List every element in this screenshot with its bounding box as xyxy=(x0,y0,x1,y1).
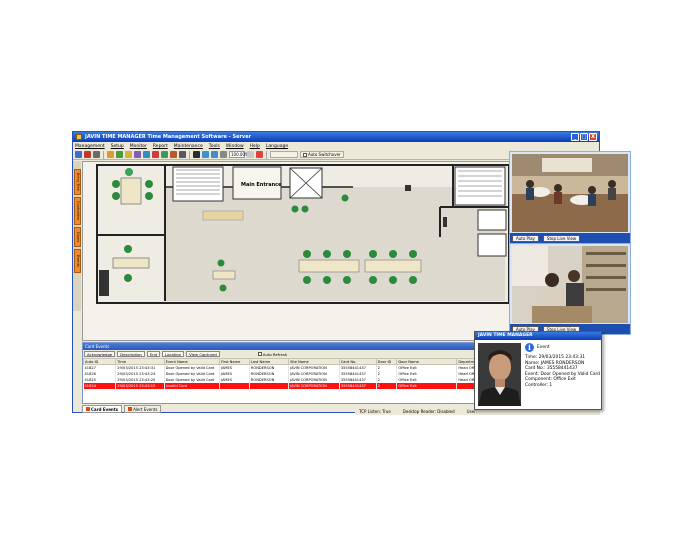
person-portrait xyxy=(478,343,521,406)
side-tab-doors[interactable]: Doors xyxy=(74,227,81,247)
main-entrance-label: Main Entrance xyxy=(241,182,282,188)
door-marker[interactable] xyxy=(443,217,447,227)
person-photo xyxy=(478,343,521,406)
table-cell xyxy=(219,382,250,389)
checkbox-box xyxy=(257,352,262,356)
fit-icon[interactable] xyxy=(220,151,227,158)
printer-icon[interactable] xyxy=(93,151,100,158)
close-button[interactable]: X xyxy=(589,133,597,141)
table-cell: 41824 xyxy=(83,382,117,389)
side-tab-strip: Entry Tree Controllers Doors Events xyxy=(73,161,81,311)
toolbar-separator xyxy=(266,150,267,159)
event-popup: JAVIN TIME MANAGER i Event Time: 29/03/2… xyxy=(474,331,602,410)
pointer-icon[interactable] xyxy=(193,151,200,158)
toolbar-separator xyxy=(103,150,104,159)
monitor-icon[interactable] xyxy=(143,151,150,158)
camera-feed-2[interactable] xyxy=(512,246,628,323)
table-cell: 29/03/2015 23:43:15 xyxy=(115,382,165,389)
event-controller: Controller: 1 xyxy=(525,382,553,388)
table-cell: 35558441437 xyxy=(339,382,377,389)
minimize-button[interactable]: _ xyxy=(571,133,579,141)
folder-icon[interactable] xyxy=(125,151,132,158)
toolbar-separator xyxy=(189,150,190,159)
camera-image-2 xyxy=(512,246,628,323)
window-controls: _ □ X xyxy=(571,133,597,141)
camera-view-2: Auto Play Stop Live View xyxy=(509,243,631,335)
tab-alert-events[interactable]: Alert Events xyxy=(124,405,162,413)
auto-switchover-label: Auto Switchover xyxy=(308,152,341,157)
menu-tools[interactable]: Tools xyxy=(209,144,220,149)
checkbox-box xyxy=(303,152,307,157)
stop-live-view-button[interactable]: Stop Live View xyxy=(542,234,581,242)
popup-heading-text: Event xyxy=(537,344,550,350)
title-bar: JAVIN TIME MANAGER Time Management Softw… xyxy=(73,132,599,142)
menu-language[interactable]: Language xyxy=(266,144,288,149)
table-cell: Invalid Card xyxy=(164,382,220,389)
side-tab-events[interactable]: Events xyxy=(74,249,81,273)
acknowledge-button[interactable]: Acknowledge xyxy=(84,351,116,357)
report-icon[interactable] xyxy=(134,151,141,158)
event-details: i Event Time: 29/03/2015 23:43:31 Name: … xyxy=(525,343,601,389)
auto-play-button[interactable]: Auto Play xyxy=(512,234,539,242)
auto-refresh-checkbox[interactable]: Auto Refresh xyxy=(257,351,288,357)
stop-icon[interactable] xyxy=(84,151,91,158)
grid-icon[interactable] xyxy=(179,151,186,158)
auto-refresh-label: Auto Refresh xyxy=(262,351,288,357)
camera-view-1: Auto Play Stop Live View xyxy=(509,151,631,244)
menu-help[interactable]: Help xyxy=(250,144,260,149)
menu-report[interactable]: Report xyxy=(153,144,168,149)
table-cell: JAVIN CORPORATION xyxy=(288,382,340,389)
menu-bar: Management Setup Monitor Report Maintena… xyxy=(73,142,599,150)
maximize-button[interactable]: □ xyxy=(580,133,588,141)
table-cell: Office Exit xyxy=(396,382,458,389)
zoom-in-icon[interactable] xyxy=(202,151,209,158)
camera-feed-1[interactable] xyxy=(512,154,628,232)
table-cell: 2 xyxy=(376,382,398,389)
record-icon[interactable] xyxy=(256,151,263,158)
app-icon xyxy=(76,134,82,140)
menu-setup[interactable]: Setup xyxy=(111,144,124,149)
camera-controls-1: Auto Play Stop Live View xyxy=(510,233,630,243)
zoom-level-field[interactable]: 100.00% xyxy=(229,151,249,158)
bottom-tab-strip: Card Events Alert Events xyxy=(82,405,162,413)
people-icon[interactable] xyxy=(75,151,82,158)
info-icon: i xyxy=(525,343,534,352)
door-icon[interactable] xyxy=(161,151,168,158)
tab-label: Alert Events xyxy=(133,406,158,412)
table-cell xyxy=(249,382,290,389)
blank-field[interactable] xyxy=(270,151,298,158)
refresh-icon[interactable] xyxy=(116,151,123,158)
popup-title: JAVIN TIME MANAGER xyxy=(475,332,601,340)
menu-management[interactable]: Management xyxy=(75,144,105,149)
description-button[interactable]: Description xyxy=(117,351,145,357)
status-desktop-reader: Desktop Reader: Disabled xyxy=(402,408,455,414)
zoom-out-icon[interactable] xyxy=(211,151,218,158)
tab-label: Card Events xyxy=(91,406,119,412)
menu-maintenance[interactable]: Maintenance xyxy=(174,144,203,149)
view-captured-button[interactable]: View Captured xyxy=(186,351,220,357)
page: JAVIN TIME MANAGER Time Management Softw… xyxy=(0,0,700,550)
chevron-down-icon[interactable] xyxy=(247,151,254,158)
side-tab-controllers[interactable]: Controllers xyxy=(74,197,81,225)
alert-icon xyxy=(128,407,133,411)
tab-card-events[interactable]: Card Events xyxy=(82,405,123,413)
auto-switchover-checkbox[interactable]: Auto Switchover xyxy=(300,151,344,158)
location-button[interactable]: Location xyxy=(162,351,185,357)
camera-image-1 xyxy=(512,154,628,232)
popup-heading: i Event xyxy=(525,343,601,352)
door-marker[interactable] xyxy=(405,185,411,191)
status-tcp-listen: TCP Listen: True xyxy=(359,408,391,414)
card-events-icon xyxy=(86,407,90,411)
end-button[interactable]: End xyxy=(146,351,161,357)
window-title: JAVIN TIME MANAGER Time Management Softw… xyxy=(85,134,252,140)
menu-window[interactable]: Window xyxy=(226,144,244,149)
menu-monitor[interactable]: Monitor xyxy=(130,144,147,149)
table-cell: Door Opened by Valid Card xyxy=(164,364,220,371)
key-icon[interactable] xyxy=(107,151,114,158)
side-tab-entry-tree[interactable]: Entry Tree xyxy=(74,169,81,195)
alarm-icon[interactable] xyxy=(152,151,159,158)
camera-icon[interactable] xyxy=(170,151,177,158)
